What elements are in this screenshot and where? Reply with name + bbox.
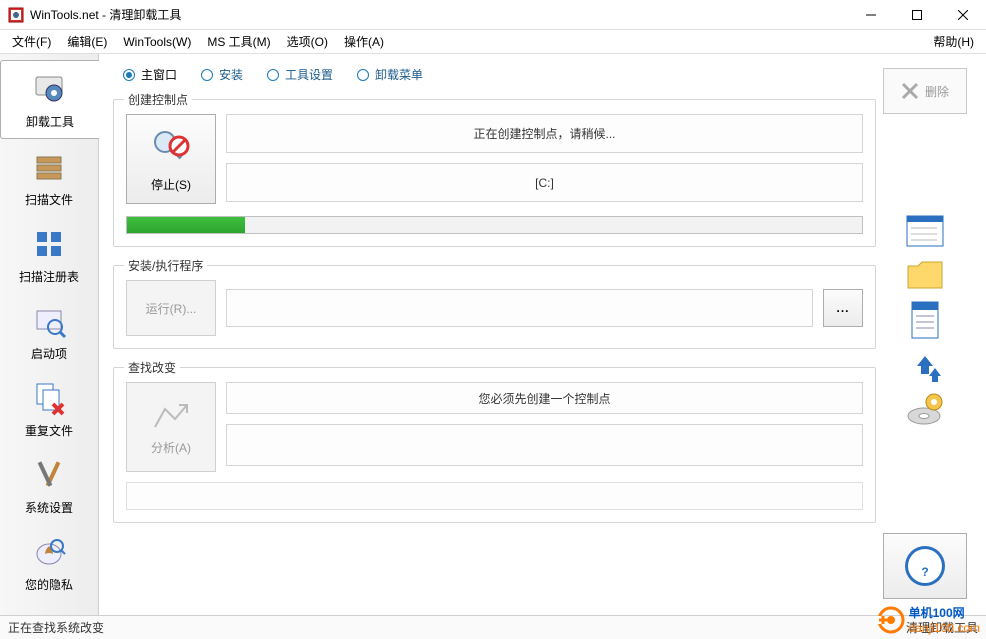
menu-wintools[interactable]: WinTools(W) (115, 32, 199, 52)
right-rail: 删除 ? (876, 64, 974, 605)
window-title: WinTools.net - 清理卸载工具 (30, 6, 848, 23)
group-install-run: 安装/执行程序 运行(R)... ... (113, 265, 876, 349)
status-left: 正在查找系统改变 (8, 619, 104, 636)
radio-icon (201, 69, 213, 81)
sidebar-item-startup[interactable]: 启动项 (0, 293, 98, 370)
group-title: 创建控制点 (124, 91, 192, 108)
sidebar-item-label: 系统设置 (25, 499, 73, 516)
window-list-icon (905, 214, 945, 248)
group-title: 安装/执行程序 (124, 257, 207, 274)
browse-button[interactable]: ... (823, 289, 863, 327)
analyze-button-label: 分析(A) (151, 439, 191, 456)
progress-bar (126, 216, 863, 234)
sidebar-item-privacy[interactable]: 您的隐私 (0, 524, 98, 601)
disc-gear-icon (904, 390, 946, 430)
run-button-label: 运行(R)... (146, 300, 197, 317)
analyze-button: 分析(A) (126, 382, 216, 472)
scan-registry-icon (29, 224, 69, 264)
stop-button[interactable]: 停止(S) (126, 114, 216, 204)
status-message: 正在创建控制点，请稍候... (226, 114, 863, 153)
app-icon (8, 7, 24, 23)
progress-fill (127, 217, 245, 233)
tab-label: 主窗口 (141, 66, 177, 83)
dup-files-icon (29, 378, 69, 418)
main-area: 卸载工具 扫描文件 扫描注册表 启动项 重复文件 (0, 54, 986, 615)
close-icon (901, 82, 919, 100)
uninstall-tool-icon (30, 69, 70, 109)
sidebar-item-scan-files[interactable]: 扫描文件 (0, 139, 98, 216)
sys-settings-icon (29, 455, 69, 495)
status-right: 清理卸载工具 (906, 619, 978, 636)
upload-arrows-icon (905, 348, 945, 382)
content: 主窗口 安装 工具设置 卸载菜单 创建控制点 (99, 54, 986, 615)
sidebar-item-label: 扫描文件 (25, 191, 73, 208)
sidebar-item-label: 启动项 (31, 345, 67, 362)
sidebar-item-label: 您的隐私 (25, 576, 73, 593)
sidebar-item-dup-files[interactable]: 重复文件 (0, 370, 98, 447)
sidebar-item-label: 扫描注册表 (19, 268, 79, 285)
menu-help[interactable]: 帮助(H) (925, 30, 982, 53)
radio-icon (357, 69, 369, 81)
sidebar-item-sys-settings[interactable]: 系统设置 (0, 447, 98, 524)
program-path-input[interactable] (226, 289, 813, 327)
group-create-control-point: 创建控制点 停止(S) 正在创建控制点，请稍候... [C:] (113, 99, 876, 247)
find-changes-message: 您必须先创建一个控制点 (226, 382, 863, 414)
startup-icon (29, 301, 69, 341)
menu-options[interactable]: 选项(O) (279, 30, 336, 53)
group-title: 查找改变 (124, 359, 180, 376)
menu-operate[interactable]: 操作(A) (336, 30, 392, 53)
run-button: 运行(R)... (126, 280, 216, 336)
sidebar: 卸载工具 扫描文件 扫描注册表 启动项 重复文件 (0, 54, 99, 615)
tab-install[interactable]: 安装 (191, 64, 253, 85)
find-changes-details (226, 424, 863, 466)
scan-files-icon (29, 147, 69, 187)
menu-bar: 文件(F) 编辑(E) WinTools(W) MS 工具(M) 选项(O) 操… (0, 30, 986, 54)
menu-file[interactable]: 文件(F) (4, 30, 59, 53)
status-bar: 正在查找系统改变 清理卸载工具 (0, 615, 986, 639)
drive-label: [C:] (226, 163, 863, 202)
tab-uninstall-menu[interactable]: 卸载菜单 (347, 64, 433, 85)
tab-label: 工具设置 (285, 66, 333, 83)
close-button[interactable] (940, 0, 986, 30)
svg-text:?: ? (921, 565, 928, 579)
results-placeholder (126, 482, 863, 510)
help-button[interactable]: ? (883, 533, 967, 599)
sidebar-item-scan-registry[interactable]: 扫描注册表 (0, 216, 98, 293)
document-icon (908, 300, 942, 340)
radio-icon (267, 69, 279, 81)
tab-tool-settings[interactable]: 工具设置 (257, 64, 343, 85)
maximize-button[interactable] (894, 0, 940, 30)
tab-label: 安装 (219, 66, 243, 83)
magnifier-stop-icon (149, 126, 193, 170)
minimize-button[interactable] (848, 0, 894, 30)
tab-label: 卸载菜单 (375, 66, 423, 83)
folder-icon (904, 256, 946, 292)
privacy-icon (29, 532, 69, 572)
menu-mstools[interactable]: MS 工具(M) (199, 30, 278, 53)
delete-button-label: 删除 (925, 83, 949, 100)
help-icon: ? (903, 544, 947, 588)
radio-icon (123, 69, 135, 81)
stop-button-label: 停止(S) (151, 176, 191, 193)
sidebar-item-label: 卸载工具 (26, 113, 74, 130)
analyze-icon (151, 399, 191, 433)
delete-button: 删除 (883, 68, 967, 114)
tab-bar: 主窗口 安装 工具设置 卸载菜单 (113, 64, 876, 85)
menu-edit[interactable]: 编辑(E) (59, 30, 115, 53)
tab-main-window[interactable]: 主窗口 (113, 64, 187, 85)
sidebar-item-uninstall[interactable]: 卸载工具 (0, 60, 99, 139)
sidebar-item-label: 重复文件 (25, 422, 73, 439)
title-bar: WinTools.net - 清理卸载工具 (0, 0, 986, 30)
group-find-changes: 查找改变 分析(A) 您必须先创建一个控制点 (113, 367, 876, 523)
